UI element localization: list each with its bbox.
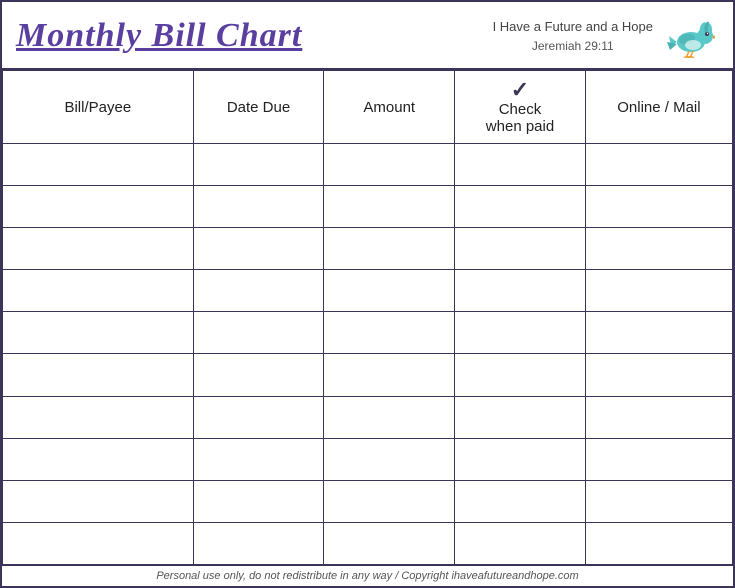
cell-date (193, 354, 324, 396)
page-title: Monthly Bill Chart (16, 17, 302, 55)
cell-date (193, 144, 324, 186)
col-header-amount: Amount (324, 71, 455, 144)
cell-online (585, 522, 732, 564)
table-row (3, 270, 733, 312)
cell-bill (3, 186, 194, 228)
cell-amount (324, 522, 455, 564)
cell-check (455, 396, 586, 438)
cell-bill (3, 354, 194, 396)
cell-bill (3, 312, 194, 354)
cell-online (585, 396, 732, 438)
table-row (3, 480, 733, 522)
cell-check (455, 312, 586, 354)
cell-online (585, 438, 732, 480)
cell-amount (324, 396, 455, 438)
checkmark-symbol: ✓ (511, 79, 529, 101)
cell-date (193, 228, 324, 270)
col-header-bill: Bill/Payee (3, 71, 194, 144)
cell-online (585, 312, 732, 354)
cell-check (455, 480, 586, 522)
cell-online (585, 186, 732, 228)
col-header-online: Online / Mail (585, 71, 732, 144)
cell-amount (324, 312, 455, 354)
cell-date (193, 438, 324, 480)
footer: Personal use only, do not redistribute i… (2, 565, 733, 586)
table-row (3, 312, 733, 354)
cell-date (193, 312, 324, 354)
cell-amount (324, 186, 455, 228)
table-row (3, 396, 733, 438)
cell-online (585, 144, 732, 186)
cell-amount (324, 354, 455, 396)
cell-online (585, 480, 732, 522)
cell-amount (324, 438, 455, 480)
tagline: I Have a Future and a Hope (493, 17, 653, 37)
cell-check (455, 270, 586, 312)
col-header-date: Date Due (193, 71, 324, 144)
table-header-row: Bill/Payee Date Due Amount ✓ Checkwhen p… (3, 71, 733, 144)
footer-text: Personal use only, do not redistribute i… (156, 570, 578, 582)
page-header: Monthly Bill Chart I Have a Future and a… (2, 2, 733, 70)
bill-table: Bill/Payee Date Due Amount ✓ Checkwhen p… (2, 70, 733, 565)
table-row (3, 228, 733, 270)
cell-online (585, 354, 732, 396)
table-row (3, 438, 733, 480)
monthly-bill-chart-page: Monthly Bill Chart I Have a Future and a… (0, 0, 735, 588)
bird-icon (663, 14, 715, 58)
check-when-paid-label: Checkwhen paid (486, 101, 554, 135)
header-right: I Have a Future and a Hope Jeremiah 29:1… (493, 14, 715, 58)
cell-date (193, 396, 324, 438)
cell-amount (324, 270, 455, 312)
cell-date (193, 480, 324, 522)
cell-bill (3, 522, 194, 564)
cell-date (193, 522, 324, 564)
table-row (3, 144, 733, 186)
cell-check (455, 354, 586, 396)
table-row (3, 354, 733, 396)
cell-amount (324, 228, 455, 270)
col-header-check: ✓ Checkwhen paid (455, 71, 586, 144)
cell-amount (324, 144, 455, 186)
table-body (3, 144, 733, 565)
cell-bill (3, 144, 194, 186)
cell-bill (3, 228, 194, 270)
check-header-content: ✓ Checkwhen paid (459, 79, 581, 135)
cell-bill (3, 396, 194, 438)
cell-date (193, 270, 324, 312)
cell-bill (3, 480, 194, 522)
cell-check (455, 438, 586, 480)
cell-amount (324, 480, 455, 522)
cell-online (585, 270, 732, 312)
cell-check (455, 144, 586, 186)
cell-date (193, 186, 324, 228)
cell-online (585, 228, 732, 270)
header-tagline-block: I Have a Future and a Hope Jeremiah 29:1… (493, 17, 653, 55)
table-row (3, 186, 733, 228)
cell-bill (3, 438, 194, 480)
verse: Jeremiah 29:11 (493, 37, 653, 55)
cell-check (455, 186, 586, 228)
table-wrapper: Bill/Payee Date Due Amount ✓ Checkwhen p… (2, 70, 733, 565)
cell-check (455, 522, 586, 564)
table-row (3, 522, 733, 564)
cell-check (455, 228, 586, 270)
cell-bill (3, 270, 194, 312)
